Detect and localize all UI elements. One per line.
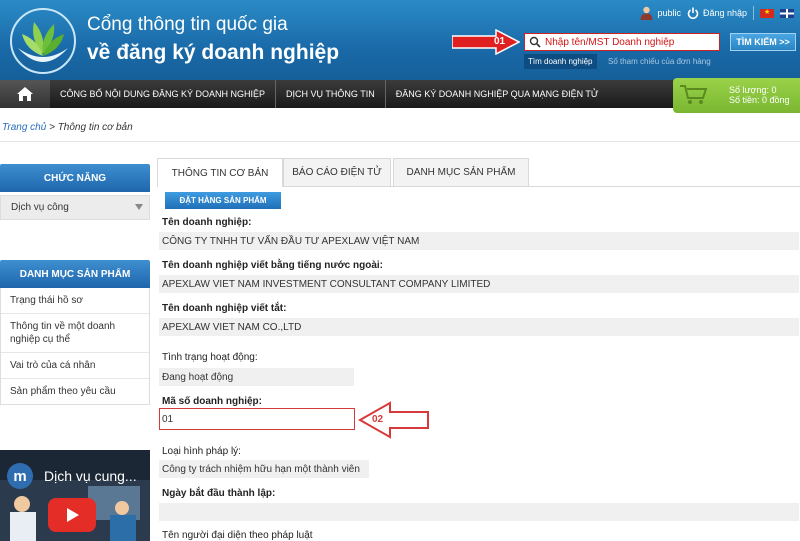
status-value: Đang hoạt động [159,368,354,386]
company-name-label: Tên doanh nghiệp: [162,217,252,228]
breadcrumb: Trang chủ > Thông tin cơ bản [2,122,133,133]
cart-quantity: Số lượng: 0 [729,85,777,95]
search-box [524,33,720,51]
founding-date-label: Ngày bắt đầu thành lập: [162,488,276,499]
power-icon [687,7,699,19]
short-name-label: Tên doanh nghiệp viết tắt: [162,303,287,314]
page-root: Cổng thông tin quốc gia về đăng ký doanh… [0,0,800,541]
divider [0,141,800,142]
catalog-header: DANH MỤC SẢN PHẨM [0,260,150,288]
search-icon [529,36,541,48]
cart-panel[interactable]: Số lượng: 0 Số tiền: 0 đồng [673,78,800,113]
search-input[interactable] [545,34,715,50]
legal-representative-label: Tên người đại diện theo pháp luật [162,530,313,541]
sidebar-item-personal-role[interactable]: Vai trò của cá nhân [1,353,149,379]
callout-arrow-01-icon [452,29,520,55]
sidebar-item-company-info[interactable]: Thông tin về một doanh nghiệp cụ thể [1,314,149,353]
legal-type-label: Loại hình pháp lý: [162,446,241,457]
home-button[interactable] [0,80,50,108]
nav-item-publish[interactable]: CÔNG BỐ NỘI DUNG ĐĂNG KÝ DOANH NGHIỆP [50,80,277,108]
tab-find-company[interactable]: Tìm doanh nghiệp [524,54,597,69]
tab-order-reference[interactable]: Số tham chiếu của đơn hàng [604,54,715,69]
youtube-play-icon[interactable] [48,498,96,532]
top-bar: public Đăng nhập [640,0,800,26]
short-name-value: APEXLAW VIET NAM CO.,LTD [159,318,799,336]
sidebar-item-application-status[interactable]: Trạng thái hồ sơ [1,288,149,314]
uk-flag-icon[interactable] [780,8,794,18]
functions-header: CHỨC NĂNG [0,164,150,192]
site-title-line1: Cổng thông tin quốc gia [87,14,288,35]
company-name-value: CÔNG TY TNHH TƯ VẤN ĐẦU TƯ APEXLAW VIỆT … [159,232,799,250]
tab-basic-info[interactable]: THÔNG TIN CƠ BẢN [157,158,283,187]
sidebar-item-custom-products[interactable]: Sản phẩm theo yêu cầu [1,379,149,404]
legal-type-value: Công ty trách nhiệm hữu hạn một thành vi… [159,460,369,478]
nav-item-info-services[interactable]: DỊCH VỤ THÔNG TIN [276,80,386,108]
founding-date-value [159,503,799,521]
callout-label-01: 01 [494,36,506,47]
business-code-highlight [159,408,355,430]
tab-product-catalog[interactable]: DANH MỤC SẢN PHẨM [393,158,529,186]
user-link[interactable]: public [640,6,681,20]
foreign-name-value: APEXLAW VIET NAM INVESTMENT CONSULTANT C… [159,275,799,293]
chevron-down-icon [135,204,143,210]
business-code-label: Mã số doanh nghiệp: [162,396,262,407]
functions-selected-label: Dịch vụ công [11,202,69,213]
status-label: Tình trạng hoạt động: [162,352,258,363]
vietnam-flag-icon[interactable] [760,8,774,18]
callout-label-02: 02 [372,414,384,425]
catalog-list: Trạng thái hồ sơ Thông tin về một doanh … [0,288,150,405]
nav-item-online-registration[interactable]: ĐĂNG KÝ DOANH NGHIỆP QUA MẠNG ĐIỆN TỬ [386,80,609,108]
logo-icon[interactable] [8,6,78,76]
video-title: Dịch vụ cung... [44,468,137,484]
home-icon [17,87,33,101]
user-label: public [657,8,681,18]
tab-e-reports[interactable]: BÁO CÁO ĐIỆN TỬ [283,158,391,186]
breadcrumb-home[interactable]: Trang chủ [2,122,46,133]
site-header: Cổng thông tin quốc gia về đăng ký doanh… [0,0,800,80]
user-icon [640,6,653,20]
breadcrumb-current: > Thông tin cơ bản [49,122,133,133]
channel-avatar: m [7,463,33,489]
login-label: Đăng nhập [702,8,747,18]
divider [753,6,754,20]
search-button[interactable]: TÌM KIẾM >> [730,33,796,51]
functions-select[interactable]: Dịch vụ công [0,195,150,220]
login-link[interactable]: Đăng nhập [687,7,747,19]
cart-amount: Số tiền: 0 đồng [729,95,790,105]
cart-icon [680,85,708,104]
cart-summary: Số lượng: 0 Số tiền: 0 đồng [729,85,790,105]
order-product-button[interactable]: ĐẶT HÀNG SẢN PHẨM [165,192,281,209]
site-title-line2: về đăng ký doanh nghiệp [87,41,340,64]
callout-arrow-02-icon [358,401,429,439]
foreign-name-label: Tên doanh nghiệp viết bằng tiếng nước ng… [162,260,384,271]
